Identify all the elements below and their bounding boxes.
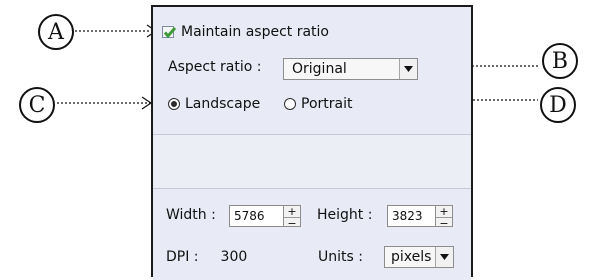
dpi-label: DPI :: [166, 249, 199, 265]
width-stepper[interactable]: 5786 + −: [229, 205, 301, 229]
height-input[interactable]: 3823: [387, 205, 436, 227]
units-select[interactable]: pixels: [384, 246, 454, 268]
portrait-option[interactable]: Portrait: [284, 96, 352, 112]
height-spin[interactable]: + −: [436, 205, 453, 229]
units-value: pixels: [391, 249, 432, 265]
landscape-label: Landscape: [185, 96, 261, 112]
height-decrement-button[interactable]: −: [436, 218, 452, 229]
callout-d-label: D: [549, 92, 567, 118]
aspect-ratio-label: Aspect ratio :: [168, 59, 262, 75]
height-row: Height :: [317, 207, 372, 223]
dpi-row: DPI : 300: [166, 249, 247, 265]
aspect-ratio-row: Aspect ratio :: [168, 59, 261, 75]
callout-b-label: B: [551, 48, 569, 74]
maintain-aspect-checkbox[interactable]: [162, 26, 177, 39]
aspect-ratio-value: Original: [292, 61, 347, 77]
landscape-option[interactable]: Landscape: [168, 96, 260, 112]
height-stepper[interactable]: 3823 + −: [387, 205, 453, 229]
width-row: Width :: [166, 207, 216, 223]
units-label: Units :: [318, 249, 363, 265]
height-label: Height :: [317, 207, 373, 223]
width-spin[interactable]: + −: [284, 205, 301, 229]
portrait-radio[interactable]: [284, 98, 296, 110]
width-label: Width :: [166, 207, 216, 223]
callout-c-label: C: [28, 92, 46, 118]
callout-d: D: [540, 87, 576, 123]
width-input[interactable]: 5786: [229, 205, 284, 227]
callout-a: A: [38, 14, 74, 50]
callout-b: B: [542, 43, 578, 79]
landscape-radio[interactable]: [168, 98, 180, 110]
chevron-down-icon[interactable]: [435, 247, 453, 267]
chevron-down-icon[interactable]: [399, 59, 417, 79]
width-decrement-button[interactable]: −: [284, 218, 300, 229]
units-row: Units :: [318, 249, 363, 265]
aspect-ratio-select[interactable]: Original: [283, 58, 418, 80]
image-size-panel: Maintain aspect ratio Aspect ratio : Ori…: [151, 5, 473, 280]
check-icon: [163, 27, 177, 39]
callout-c: C: [19, 87, 55, 123]
dpi-value: 300: [220, 249, 248, 265]
maintain-aspect-label: Maintain aspect ratio: [181, 24, 329, 40]
callout-a-label: A: [48, 19, 64, 45]
portrait-label: Portrait: [301, 96, 353, 112]
maintain-aspect-row[interactable]: Maintain aspect ratio: [162, 24, 329, 40]
